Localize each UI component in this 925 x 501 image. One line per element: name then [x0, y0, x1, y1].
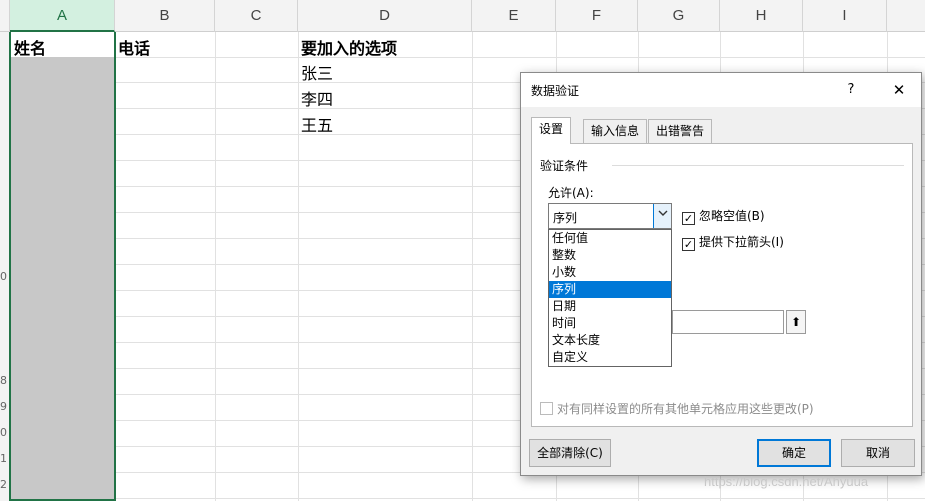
grid-line — [10, 498, 925, 499]
row-header-mark: 2 — [0, 478, 7, 491]
column-header-a[interactable]: A — [10, 0, 115, 32]
tab-settings[interactable]: 设置 — [531, 117, 572, 144]
column-header-f[interactable]: F — [556, 0, 638, 32]
column-header-e[interactable]: E — [472, 0, 556, 32]
option-text-length[interactable]: 文本长度 — [549, 332, 671, 349]
cell-d3[interactable]: 李四 — [301, 86, 333, 110]
allow-select-value: 序列 — [553, 211, 578, 225]
row-header-mark: 0 — [0, 270, 7, 283]
column-header-row: A B C D E F G H I — [0, 0, 925, 32]
cell-d1[interactable]: 要加入的选项 — [301, 35, 397, 59]
select-all-corner[interactable] — [0, 0, 10, 32]
apply-all-row[interactable]: 对有同样设置的所有其他单元格应用这些更改(P) — [540, 400, 814, 417]
cancel-button[interactable]: 取消 — [841, 439, 915, 467]
ignore-blank-label: 忽略空值(B) — [699, 209, 765, 223]
tab-error-alert[interactable]: 出错警告 — [648, 119, 713, 143]
collapse-dialog-icon[interactable]: ⬆ — [786, 310, 806, 334]
option-time[interactable]: 时间 — [549, 315, 671, 332]
cell-a1[interactable]: 姓名 — [14, 35, 46, 59]
chevron-down-icon[interactable] — [653, 204, 671, 228]
column-header-i[interactable]: I — [803, 0, 887, 32]
settings-panel: 验证条件 允许(A): 序列 任何值 整数 小数 序列 日期 时间 文本长度 自… — [531, 143, 913, 427]
row-header-mark: 1 — [0, 452, 7, 465]
grid-line — [298, 32, 299, 501]
tab-input-message[interactable]: 输入信息 — [583, 119, 648, 143]
close-button[interactable]: ✕ — [885, 79, 913, 101]
row-header-mark: 0 — [0, 426, 7, 439]
ignore-blank-row[interactable]: ✓ 忽略空值(B) — [682, 207, 765, 225]
row-header-mark: 9 — [0, 400, 7, 413]
cell-d4[interactable]: 王五 — [301, 112, 333, 136]
allow-label: 允许(A): — [548, 186, 594, 200]
selected-column-border[interactable] — [9, 32, 116, 501]
chevron-down-glyph — [658, 210, 667, 216]
option-date[interactable]: 日期 — [549, 298, 671, 315]
cell-b1[interactable]: 电话 — [118, 35, 150, 59]
option-custom[interactable]: 自定义 — [549, 349, 671, 366]
data-validation-dialog: 数据验证 ? ✕ 设置 输入信息 出错警告 验证条件 允许(A): 序列 任何值… — [520, 72, 922, 476]
group-divider — [612, 165, 904, 166]
in-cell-dropdown-checkbox[interactable]: ✓ — [682, 238, 695, 251]
cell-d2[interactable]: 张三 — [301, 60, 333, 84]
column-header-g[interactable]: G — [638, 0, 720, 32]
allow-options-list[interactable]: 任何值 整数 小数 序列 日期 时间 文本长度 自定义 — [548, 229, 672, 367]
ignore-blank-checkbox[interactable]: ✓ — [682, 212, 695, 225]
validation-criteria-label: 验证条件 — [540, 159, 589, 173]
column-header-c[interactable]: C — [215, 0, 298, 32]
allow-select[interactable]: 序列 — [548, 203, 672, 229]
clear-all-button[interactable]: 全部清除(C) — [529, 439, 611, 467]
source-input[interactable] — [672, 310, 784, 334]
apply-all-checkbox[interactable] — [540, 402, 553, 415]
grid-line — [472, 32, 473, 501]
in-cell-dropdown-label: 提供下拉箭头(I) — [699, 235, 784, 249]
dialog-title: 数据验证 — [531, 84, 580, 98]
ok-button[interactable]: 确定 — [757, 439, 831, 467]
option-list[interactable]: 序列 — [549, 281, 671, 298]
option-whole-number[interactable]: 整数 — [549, 247, 671, 264]
row-header-mark: 8 — [0, 374, 7, 387]
apply-all-label: 对有同样设置的所有其他单元格应用这些更改(P) — [557, 402, 814, 416]
column-header-d[interactable]: D — [298, 0, 472, 32]
option-decimal[interactable]: 小数 — [549, 264, 671, 281]
option-any-value[interactable]: 任何值 — [549, 230, 671, 247]
help-button[interactable]: ? — [839, 79, 863, 101]
grid-line — [215, 32, 216, 501]
column-header-h[interactable]: H — [720, 0, 803, 32]
column-header-b[interactable]: B — [115, 0, 215, 32]
dialog-titlebar[interactable]: 数据验证 ? ✕ — [521, 73, 921, 107]
watermark-text: https://blog.csdn.net/Ahyuua — [704, 474, 869, 489]
in-cell-dropdown-row[interactable]: ✓ 提供下拉箭头(I) — [682, 233, 784, 251]
